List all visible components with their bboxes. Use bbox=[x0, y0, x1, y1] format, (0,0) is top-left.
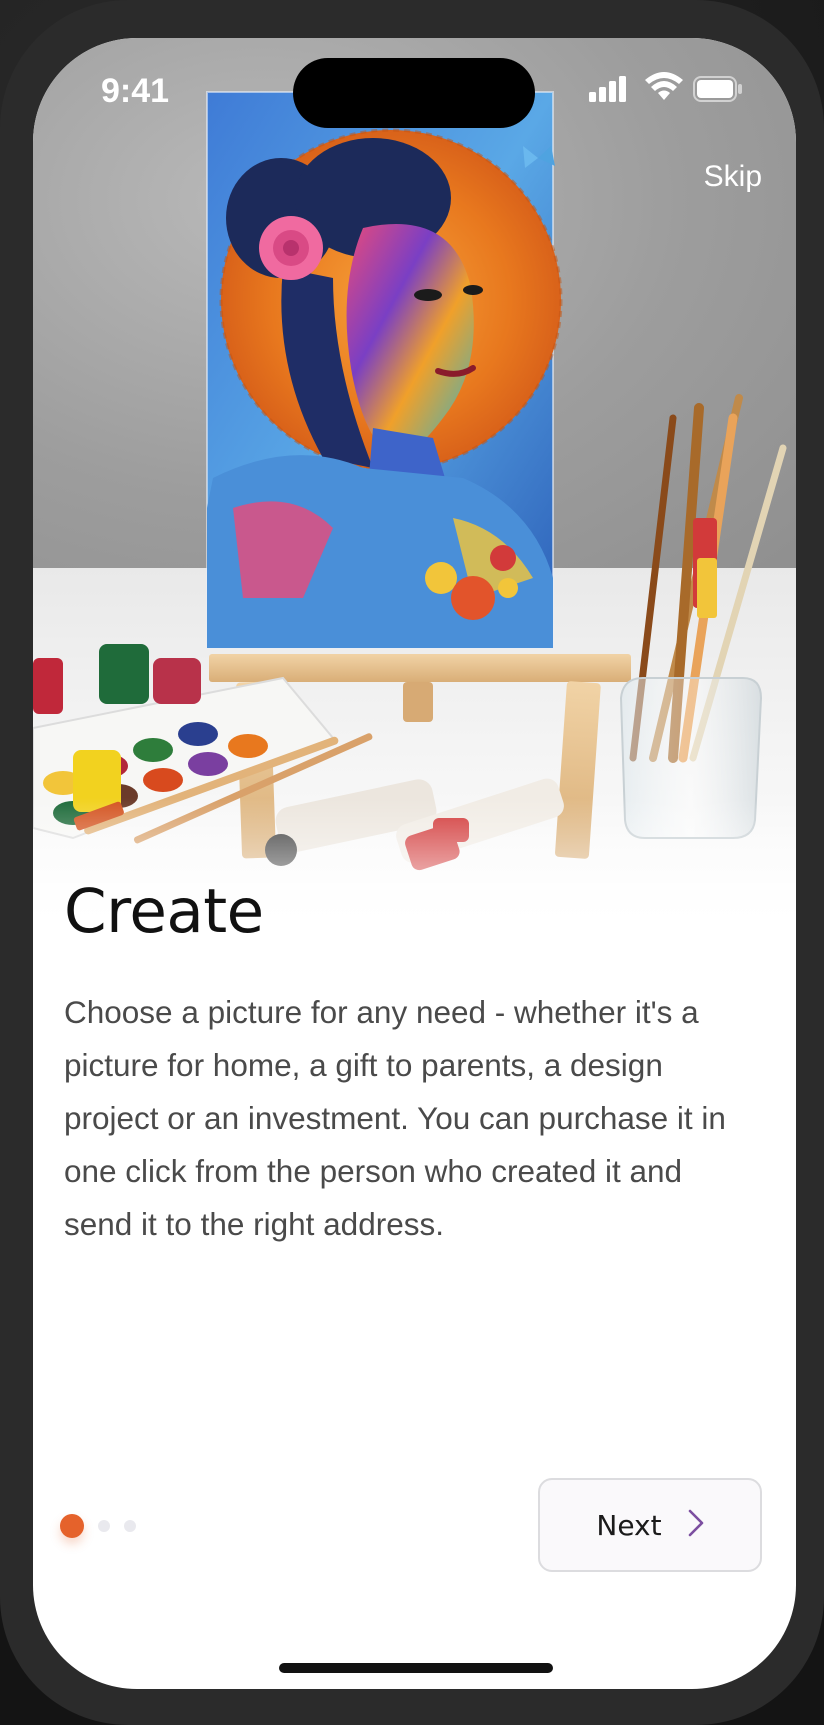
hero-image: 9:41 Skip bbox=[33, 38, 796, 958]
page-dot-active bbox=[60, 1514, 84, 1538]
screen: 9:41 Skip Create Choose a picture for an… bbox=[33, 38, 796, 1689]
page-description: Choose a picture for any need - whether … bbox=[64, 994, 726, 1242]
next-button-label: Next bbox=[596, 1508, 662, 1542]
painting-canvas bbox=[206, 91, 563, 649]
status-bar: 9:41 bbox=[33, 38, 796, 138]
page-indicator bbox=[60, 1513, 136, 1539]
status-time: 9:41 bbox=[101, 72, 170, 110]
next-button[interactable]: Next bbox=[538, 1478, 762, 1572]
chevron-right-icon bbox=[688, 1509, 704, 1541]
page-dot bbox=[124, 1520, 136, 1532]
cellular-signal-icon bbox=[589, 76, 629, 106]
dynamic-island bbox=[293, 58, 535, 128]
brush-jar bbox=[619, 394, 787, 839]
phone-frame: 9:41 Skip Create Choose a picture for an… bbox=[0, 0, 824, 1725]
skip-button[interactable]: Skip bbox=[704, 160, 762, 194]
page-title: Create bbox=[64, 876, 264, 947]
home-indicator[interactable] bbox=[279, 1663, 553, 1673]
battery-icon bbox=[693, 76, 743, 106]
page-dot bbox=[98, 1520, 110, 1532]
wifi-icon bbox=[645, 72, 683, 106]
